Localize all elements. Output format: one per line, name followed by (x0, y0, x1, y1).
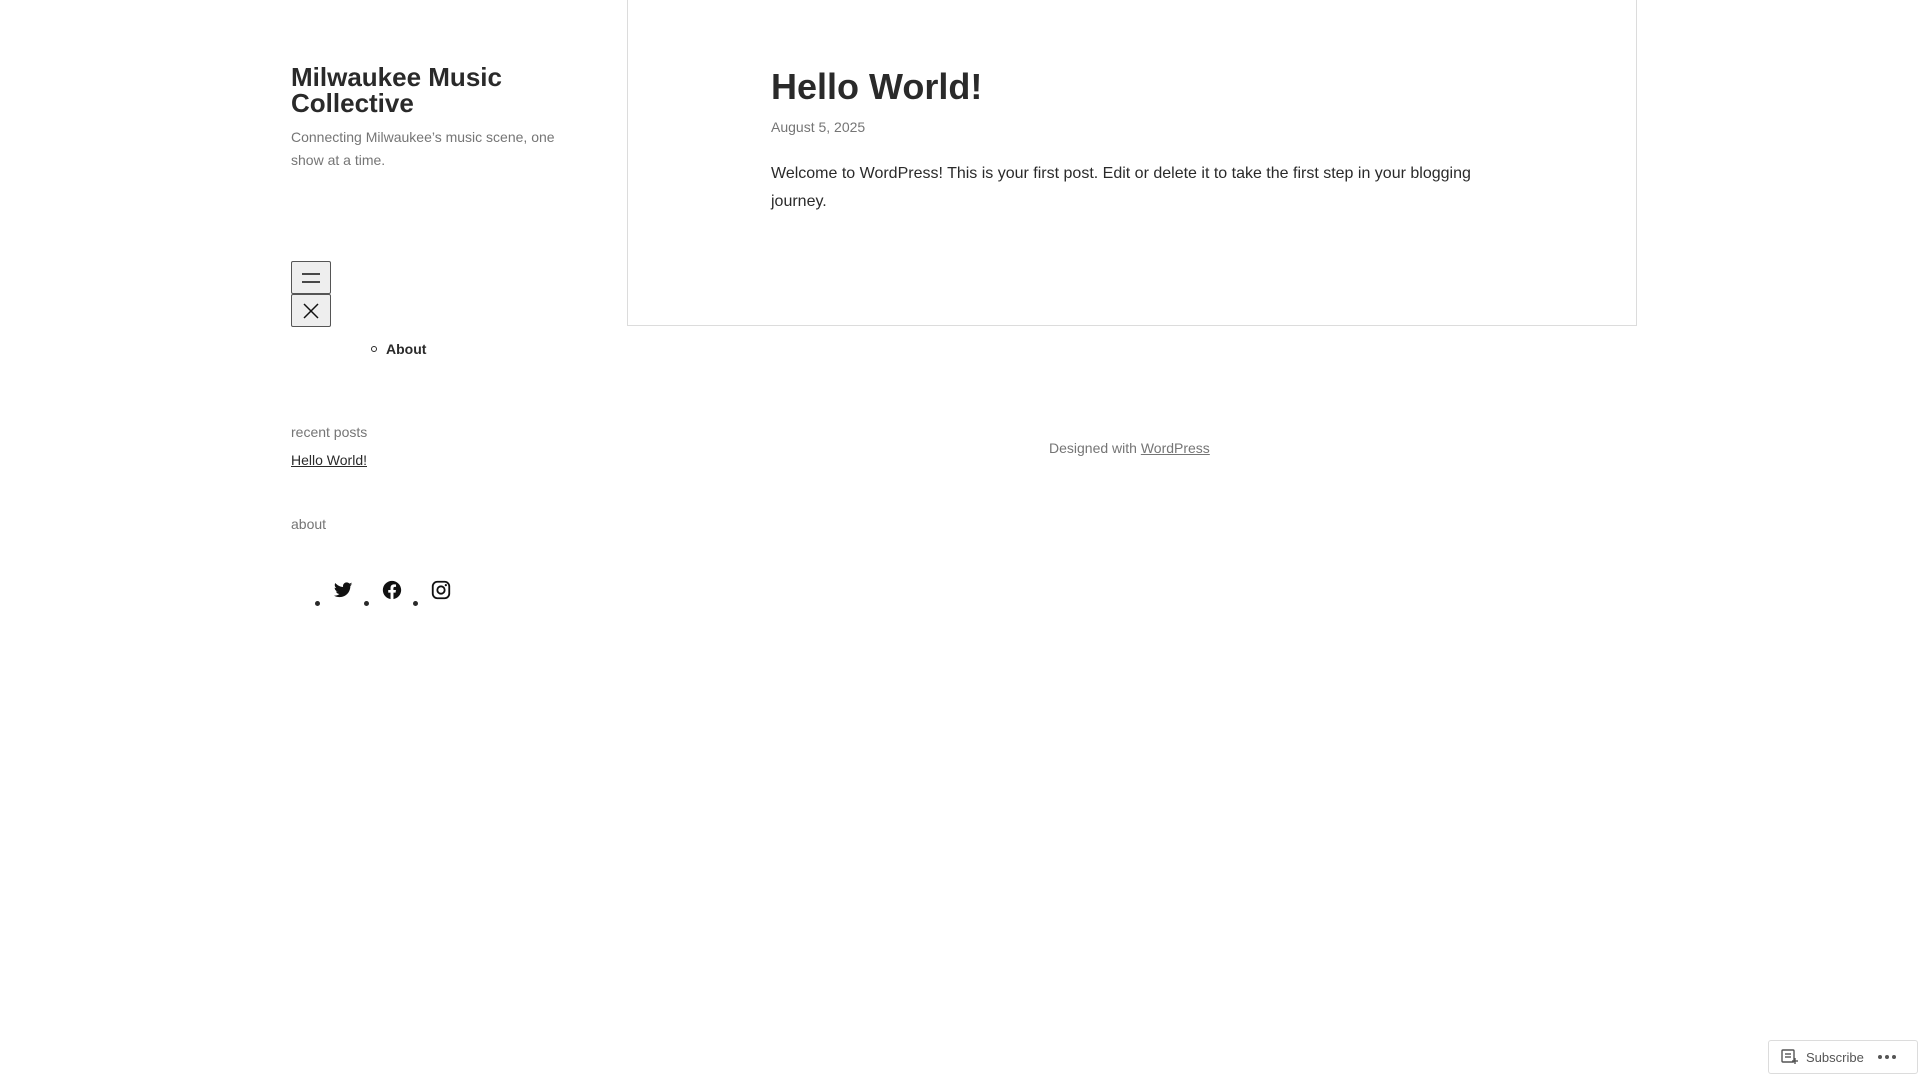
site-tagline: Connecting Milwaukee’s music scene, one … (291, 129, 555, 168)
ellipsis-dot (1891, 1055, 1896, 1059)
social-item-instagram[interactable] (413, 579, 462, 606)
footer-credit: Designed with WordPress (1049, 440, 1210, 456)
wordpress-link[interactable]: WordPress (1141, 440, 1210, 456)
subscribe-bar: Subscribe (1768, 1040, 1918, 1074)
post-card: Hello World! August 5, 2025 Welcome to W… (627, 0, 1637, 326)
post-body: Welcome to WordPress! This is your first… (771, 165, 1471, 210)
recent-posts-title: recent posts (291, 424, 368, 440)
social-item-facebook[interactable] (364, 579, 413, 606)
menu-close-button[interactable] (291, 294, 331, 327)
sidebar: Milwaukee Music Collective Connecting Mi… (291, 64, 591, 606)
footer-credit-prefix: Designed with (1049, 440, 1137, 456)
list-bullet (364, 601, 369, 606)
site-title[interactable]: Milwaukee Music Collective (291, 64, 591, 116)
ellipsis-dot (1877, 1055, 1882, 1059)
about-widget-title: about (291, 516, 327, 532)
social-item-twitter[interactable] (315, 579, 364, 606)
menu-item-label: About (386, 341, 427, 357)
menu-open-button[interactable] (291, 261, 331, 294)
primary-menu: About (371, 341, 426, 357)
ellipsis-dot (1884, 1055, 1889, 1059)
list-bullet (413, 601, 418, 606)
recent-post-link[interactable]: Hello World! (291, 452, 367, 468)
facebook-icon[interactable] (381, 579, 403, 601)
twitter-icon[interactable] (332, 579, 354, 601)
social-links (315, 579, 462, 606)
list-bullet (315, 601, 320, 606)
close-icon (303, 302, 319, 319)
subscribe-label: Subscribe (1806, 1049, 1864, 1065)
post-date[interactable]: August 5, 2025 (771, 119, 865, 135)
menu-item-about[interactable]: About (371, 341, 426, 357)
subscribe-button[interactable]: Subscribe (1769, 1041, 1864, 1073)
reader-icon (1781, 1049, 1798, 1064)
instagram-icon[interactable] (430, 579, 452, 601)
hamburger-menu-icon (302, 272, 320, 283)
ellipsis-icon[interactable] (1877, 1055, 1896, 1059)
post-title[interactable]: Hello World! (771, 67, 982, 107)
